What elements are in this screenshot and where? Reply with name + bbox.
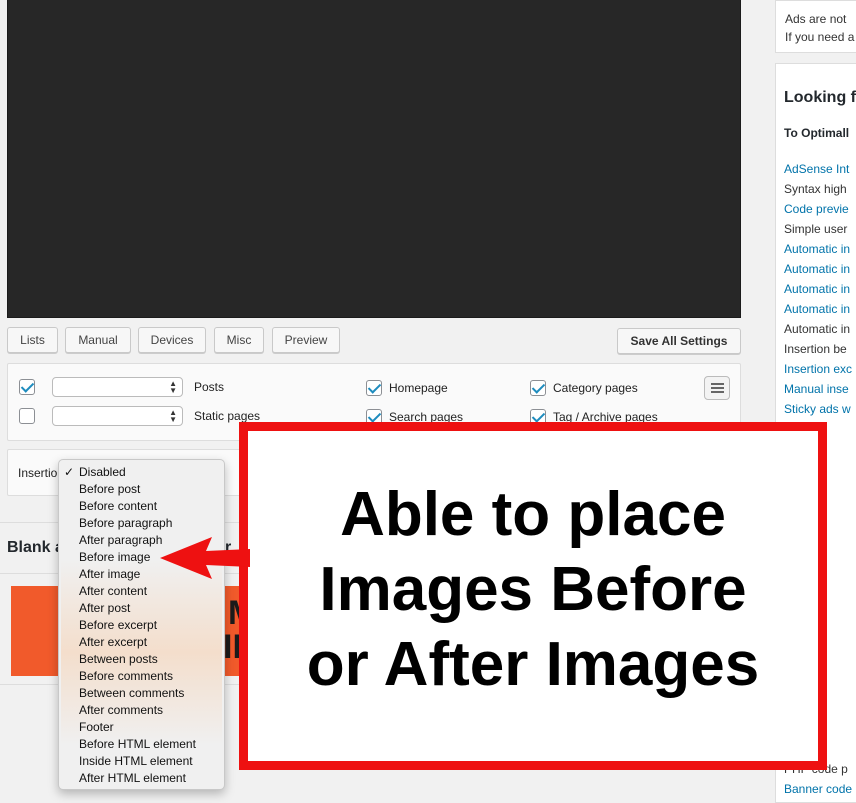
ads-notice: Ads are not If you need a: [775, 0, 856, 53]
dropdown-option-label: After HTML element: [79, 771, 186, 785]
callout-line: or After Images: [306, 630, 760, 699]
dropdown-option[interactable]: Before content: [59, 498, 224, 515]
tab-lists[interactable]: Lists: [7, 327, 58, 353]
code-editor[interactable]: [7, 0, 741, 318]
tab-bar: Lists Manual Devices Misc Preview Save A…: [7, 327, 741, 354]
sidebar-feature-link[interactable]: Automatic in: [784, 262, 850, 276]
homepage-checkbox[interactable]: [366, 380, 382, 396]
sidebar-feature-link[interactable]: Banner code: [784, 782, 852, 796]
dropdown-option-label: Between comments: [79, 686, 185, 700]
sidebar-feature-link[interactable]: Sticky ads w: [784, 402, 851, 416]
dropdown-option[interactable]: Before comments: [59, 668, 224, 685]
static-pages-label: Static pages: [194, 409, 261, 423]
sidebar-feature-link[interactable]: Automatic in: [784, 302, 850, 316]
select-arrows-icon: ▲ ▼: [169, 408, 177, 424]
dropdown-option-label: After content: [79, 584, 148, 598]
insertion-label: Insertio: [18, 466, 58, 480]
tab-misc[interactable]: Misc: [214, 327, 264, 353]
dropdown-option-label: After paragraph: [79, 533, 163, 547]
dropdown-option[interactable]: Footer: [59, 719, 224, 736]
tab-devices[interactable]: Devices: [138, 327, 206, 353]
category-pages-label: Category pages: [553, 381, 638, 395]
tab-manual[interactable]: Manual: [65, 327, 131, 353]
dropdown-option[interactable]: After content: [59, 583, 224, 600]
dropdown-option[interactable]: Between comments: [59, 685, 224, 702]
dropdown-option[interactable]: Before HTML element: [59, 736, 224, 753]
sidebar-subtitle: To Optimall: [784, 126, 850, 140]
dropdown-option-label: Between posts: [79, 652, 158, 666]
insertion-dropdown[interactable]: ✓ Disabled Before post Before content Before…: [58, 459, 225, 790]
dropdown-option-label: Before image: [79, 550, 151, 564]
red-arrow-icon: [160, 537, 250, 579]
callout-line: Images Before: [319, 555, 747, 624]
sidebar-feature-link[interactable]: Manual inse: [784, 382, 849, 396]
blank-row-title: Blank a: [7, 539, 64, 556]
sidebar-feature-text: Simple user: [784, 222, 848, 236]
sidebar-feature-link[interactable]: Automatic in: [784, 282, 850, 296]
dropdown-option-label: Inside HTML element: [79, 754, 193, 768]
posts-label: Posts: [194, 380, 225, 394]
dropdown-option-label: Before comments: [79, 669, 174, 683]
checkmark-icon: ✓: [64, 465, 75, 479]
dropdown-option-label: Disabled: [79, 465, 126, 479]
dropdown-option[interactable]: Before post: [59, 481, 224, 498]
dropdown-option-label: Before post: [79, 482, 141, 496]
sidebar-title: Looking f: [784, 89, 856, 106]
sidebar-feature-link[interactable]: AdSense Int: [784, 162, 849, 176]
dropdown-option[interactable]: After HTML element: [59, 770, 224, 787]
sidebar-feature-text: Syntax high: [784, 182, 847, 196]
dropdown-option[interactable]: After post: [59, 600, 224, 617]
callout-text: Able to place Images Before or After Ima…: [248, 477, 818, 702]
save-all-settings-button[interactable]: Save All Settings: [617, 328, 741, 354]
sidebar-feature-link[interactable]: Code previe: [784, 202, 849, 216]
sidebar-feature-link[interactable]: Insertion exc: [784, 362, 852, 376]
sidebar-feature-text: Insertion be: [784, 342, 847, 356]
dropdown-option[interactable]: Between posts: [59, 651, 224, 668]
dropdown-option[interactable]: After excerpt: [59, 634, 224, 651]
dropdown-option[interactable]: Inside HTML element: [59, 753, 224, 770]
dropdown-option-label: After image: [79, 567, 141, 581]
list-menu-button[interactable]: [704, 376, 730, 400]
select-arrows-icon: ▲ ▼: [169, 379, 177, 395]
dropdown-option-label: After comments: [79, 703, 164, 717]
sidebar-feature-link[interactable]: Automatic in: [784, 242, 850, 256]
dropdown-option-label: Footer: [79, 720, 114, 734]
dropdown-option[interactable]: ✓ Disabled: [59, 464, 224, 481]
dropdown-option[interactable]: Before paragraph: [59, 515, 224, 532]
callout-line: Able to place: [340, 480, 726, 549]
static-pages-select[interactable]: ▲ ▼: [52, 406, 183, 426]
homepage-label: Homepage: [389, 381, 448, 395]
posts-checkbox[interactable]: [19, 379, 35, 395]
notice-line: If you need a: [785, 30, 855, 44]
category-pages-checkbox[interactable]: [530, 380, 546, 396]
posts-select[interactable]: ▲ ▼: [52, 377, 183, 397]
dropdown-option-label: Before excerpt: [79, 618, 158, 632]
dropdown-option-label: After excerpt: [79, 635, 148, 649]
dropdown-option[interactable]: Before excerpt: [59, 617, 224, 634]
callout-box: Able to place Images Before or After Ima…: [239, 422, 827, 770]
dropdown-option-label: Before paragraph: [79, 516, 173, 530]
dropdown-option-label: After post: [79, 601, 131, 615]
sidebar-feature-text: Automatic in: [784, 322, 851, 336]
static-pages-checkbox[interactable]: [19, 408, 35, 424]
dropdown-option-label: Before content: [79, 499, 158, 513]
notice-line: Ads are not: [785, 12, 847, 26]
dropdown-option-label: Before HTML element: [79, 737, 196, 751]
dropdown-option[interactable]: After comments: [59, 702, 224, 719]
tab-preview[interactable]: Preview: [272, 327, 340, 353]
